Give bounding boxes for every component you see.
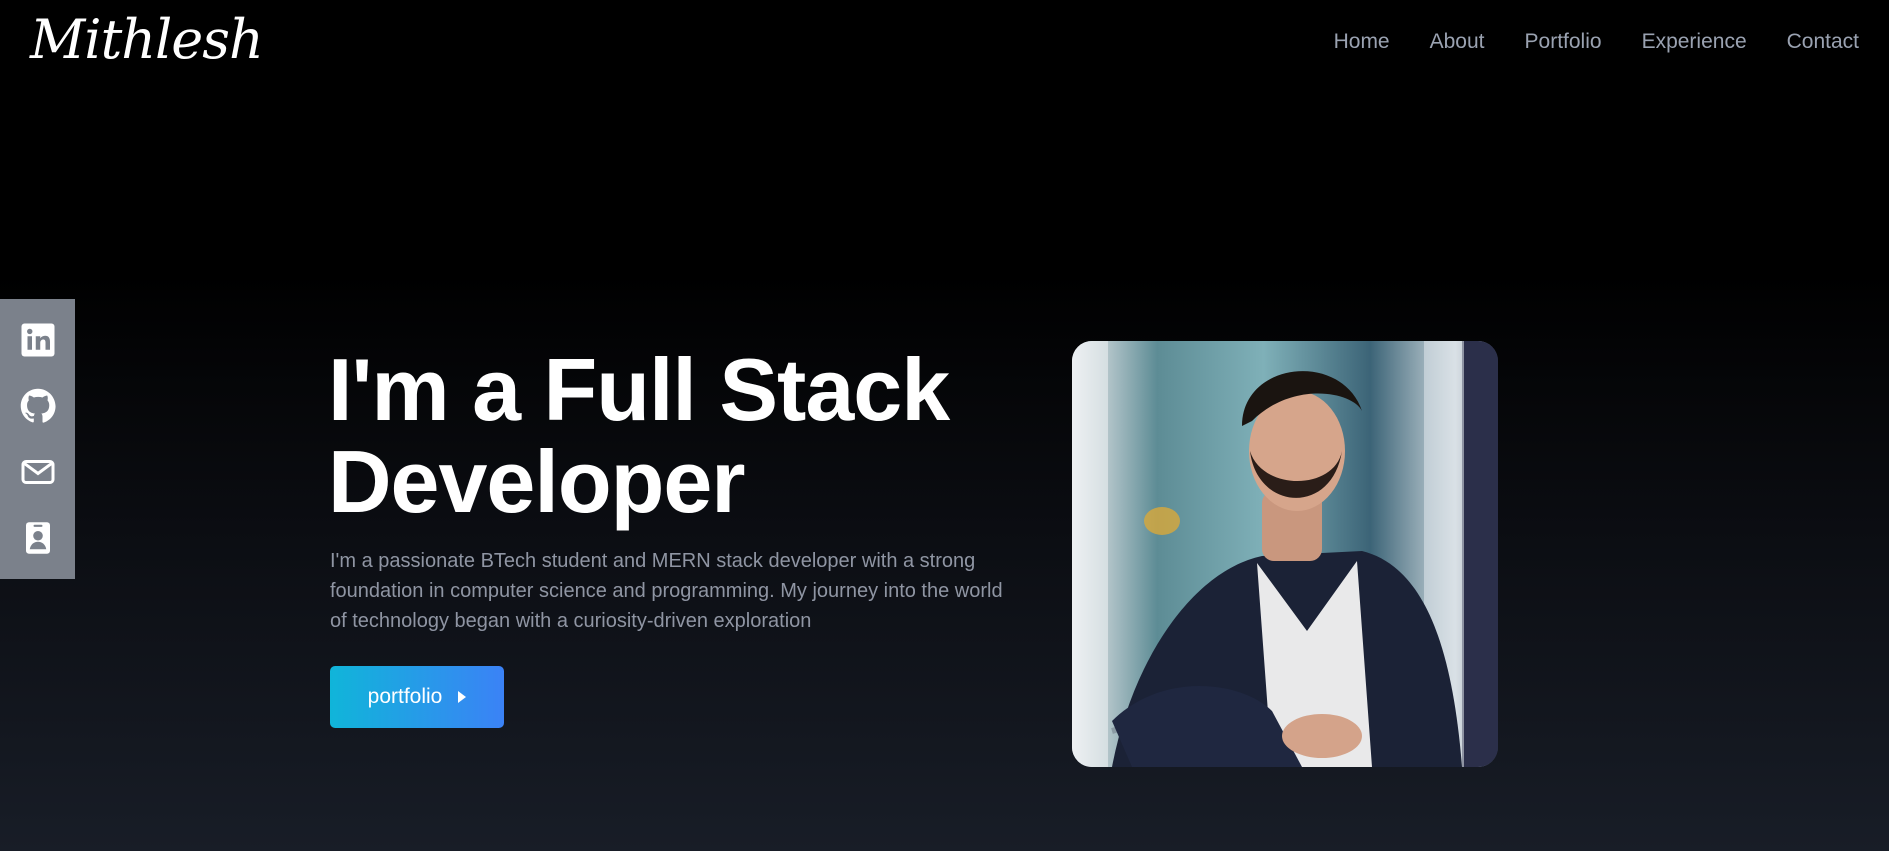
site-logo[interactable]: Mithlesh — [30, 4, 264, 76]
resume-icon — [25, 522, 50, 554]
github-icon — [20, 388, 56, 423]
hero-title: I'm a Full Stack Developer — [328, 344, 1048, 528]
profile-photo — [1072, 341, 1498, 767]
social-sidebar — [0, 299, 75, 579]
email-link[interactable] — [18, 452, 58, 492]
hero-description: I'm a passionate BTech student and MERN … — [330, 550, 1003, 632]
resume-link[interactable] — [18, 518, 58, 558]
mail-icon — [21, 460, 54, 484]
nav-home[interactable]: Home — [1334, 30, 1390, 54]
caret-right-icon — [458, 691, 467, 703]
nav-contact[interactable]: Contact — [1787, 30, 1859, 54]
nav-experience[interactable]: Experience — [1642, 30, 1747, 54]
linkedin-icon — [21, 323, 54, 357]
github-link[interactable] — [18, 386, 58, 426]
hero-title-line-1: I'm a Full Stack — [328, 340, 950, 439]
portfolio-button[interactable]: portfolio — [330, 666, 504, 728]
hero-title-line-2: Developer — [328, 432, 746, 531]
portfolio-button-label: portfolio — [367, 685, 443, 708]
nav-portfolio[interactable]: Portfolio — [1525, 30, 1602, 54]
page: Mithlesh Home About Portfolio Experience… — [0, 0, 1889, 851]
linkedin-link[interactable] — [18, 320, 58, 360]
main-nav: Home About Portfolio Experience Contact — [1334, 30, 1859, 54]
profile-photo-illustration — [1072, 341, 1498, 767]
nav-about[interactable]: About — [1430, 30, 1485, 54]
